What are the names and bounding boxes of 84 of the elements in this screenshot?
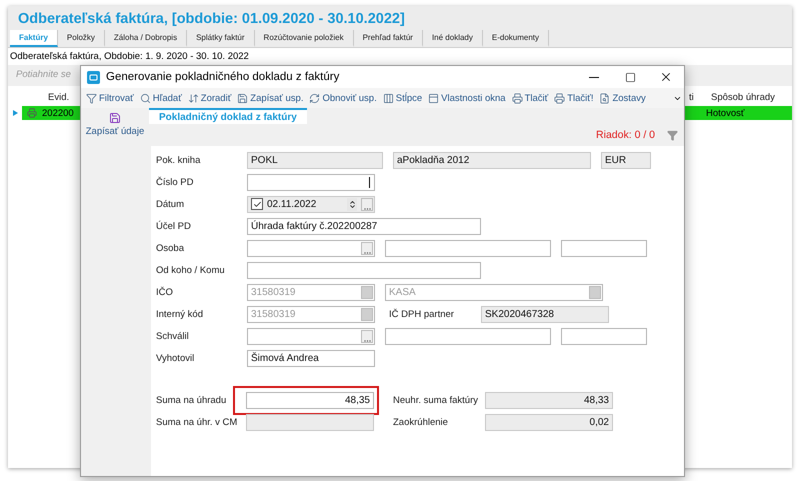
input-field[interactable]: [385, 240, 551, 256]
input-field[interactable]: [247, 262, 481, 278]
input-field[interactable]: Úhrada faktúry č.202200287: [247, 218, 481, 234]
minimize-icon: [589, 76, 599, 78]
checkbox[interactable]: [251, 198, 263, 210]
input-field[interactable]: [247, 240, 375, 256]
input-field: 48,33: [485, 392, 613, 408]
input-field: SK2020467328: [481, 306, 609, 322]
check-icon: [252, 200, 262, 208]
window-title: Generovanie pokladničného dokladu z faktúry: [106, 71, 340, 83]
field-label: Vyhotovil: [156, 352, 196, 364]
sort-icon: [188, 92, 199, 104]
maximize-icon: [624, 72, 636, 82]
input-field: EUR: [601, 152, 651, 168]
input-field[interactable]: [561, 240, 647, 256]
field-label: Schválil: [156, 330, 190, 342]
spinner-icon: [347, 198, 357, 210]
save-icon: [237, 92, 248, 104]
column-header: ti: [689, 92, 694, 102]
app-title: Odberateľská faktúra, [obdobie: 01.09.2020 - 30.10.2022]: [17, 10, 406, 29]
toolbar-button[interactable]: Tlačiť: [508, 89, 552, 107]
picker-button[interactable]: [361, 198, 373, 210]
field-label: Číslo PD: [156, 176, 194, 188]
printer-icon: [512, 92, 523, 104]
toolbar-button[interactable]: Hľadať: [136, 89, 185, 107]
tab[interactable]: Prehľad faktúr: [354, 30, 423, 47]
row-pointer-icon: [12, 110, 18, 116]
picker-button[interactable]: [361, 330, 373, 342]
field-label: Suma na úhr. v CM: [156, 416, 238, 428]
section-subtitle: Odberateľská faktúra, Obdobie: 1. 9. 2020 - 30. 10. 2022: [8, 48, 792, 65]
document-search-icon: [599, 92, 610, 104]
toolbar-button[interactable]: Filtrovať: [83, 89, 137, 107]
input-field[interactable]: [246, 414, 374, 430]
input-field[interactable]: Šimová Andrea: [247, 350, 375, 366]
columns-icon: [382, 92, 394, 104]
toolbar-button[interactable]: Obnoviť usp.: [306, 89, 380, 107]
field-label: Od koho / Komu: [156, 264, 226, 276]
column-header: Evid.: [48, 92, 70, 102]
toolbar-button[interactable]: Vlastnosti okna: [425, 89, 509, 107]
field-label: Dátum: [156, 198, 185, 210]
input-field[interactable]: [247, 174, 375, 190]
input-field: 0,02: [485, 414, 613, 430]
toolbar-button[interactable]: Zostavy: [596, 89, 649, 107]
table-cell: 202200: [42, 108, 74, 118]
toolbar-button[interactable]: Zapísať usp.: [234, 89, 306, 107]
search-icon: [140, 92, 151, 104]
group-hint: Potiahnite se: [16, 69, 71, 80]
save-icon: [109, 112, 121, 124]
toolbar-button[interactable]: Stĺpce: [380, 89, 426, 107]
text-cursor-icon: [369, 176, 370, 188]
field-label: Neuhr. suma faktúry: [393, 394, 480, 406]
input-field[interactable]: [247, 328, 375, 344]
field-label: IČ DPH partner: [389, 308, 455, 320]
field-label: Suma na úhradu: [156, 394, 228, 406]
column-header: Spôsob úhrady: [710, 92, 775, 102]
input-field: POKL: [247, 152, 383, 168]
row-counter: Riadok: 0 / 0: [596, 129, 655, 141]
toolbar-button[interactable]: Tlačiť!: [551, 89, 596, 107]
picker-button[interactable]: [361, 242, 373, 254]
filter-icon: [86, 92, 97, 104]
field-label: Pok. kniha: [156, 154, 202, 166]
input-field[interactable]: [385, 328, 551, 344]
field-label: IČO: [156, 286, 174, 298]
app-icon: [87, 70, 100, 84]
close-icon: [659, 70, 673, 84]
field-label: Zaokrúhlenie: [393, 416, 449, 428]
input-field[interactable]: [561, 328, 647, 344]
field-label: Účel PD: [156, 220, 192, 232]
input-field: aPokladňa 2012: [393, 152, 591, 168]
field-label: Interný kód: [156, 308, 204, 320]
picker-icon: [361, 308, 373, 320]
window-icon: [428, 92, 440, 104]
refresh-icon: [309, 92, 320, 104]
toolbar-button[interactable]: Zoradiť: [184, 89, 234, 107]
printer-icon: [554, 92, 566, 104]
field-label: Osoba: [156, 242, 185, 254]
input-field[interactable]: 48,35: [246, 392, 374, 408]
picker-icon: [361, 286, 373, 298]
save-button[interactable]: Zapísať údaje: [86, 110, 144, 139]
picker-icon: [589, 286, 601, 298]
tab[interactable]: Rozúčtovanie položiek: [254, 30, 354, 47]
table-cell-text: Hotovosť: [706, 108, 746, 118]
date-field[interactable]: 02.11.2022: [247, 196, 375, 212]
filter-icon: [667, 130, 678, 140]
